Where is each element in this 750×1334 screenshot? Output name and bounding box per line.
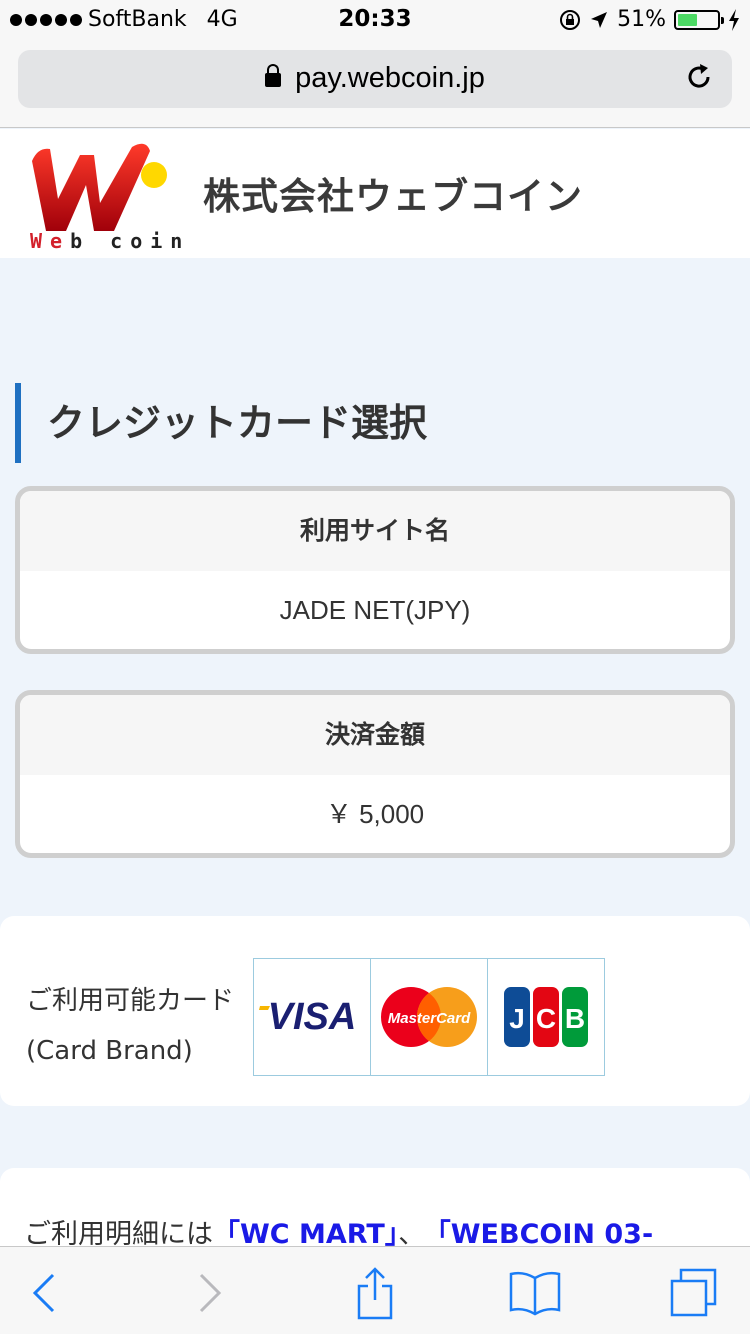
svg-text:MasterCard: MasterCard	[388, 1010, 471, 1027]
jcb-icon: J C B	[504, 987, 588, 1047]
book-icon	[509, 1271, 561, 1316]
visa-icon: VISA	[259, 996, 357, 1038]
mastercard-logo: MasterCard	[370, 958, 488, 1076]
share-icon	[357, 1267, 393, 1320]
browser-toolbar	[0, 1246, 750, 1334]
site-name-box: 利用サイト名 JADE NET(JPY)	[15, 486, 735, 654]
url-display[interactable]: pay.webcoin.jp	[18, 62, 732, 95]
chevron-left-icon	[32, 1273, 55, 1313]
card-brand-panel: ご利用可能カード (Card Brand) VISA MasterCard J …	[0, 916, 750, 1106]
site-name-value: JADE NET(JPY)	[279, 595, 471, 625]
webcoin-logo-icon	[32, 143, 167, 231]
mastercard-icon: MasterCard	[381, 987, 477, 1047]
svg-text:VISA: VISA	[268, 996, 357, 1038]
card-brand-label: ご利用可能カード (Card Brand)	[26, 986, 235, 1066]
location-arrow-icon	[591, 11, 608, 28]
orientation-lock-icon	[560, 9, 581, 30]
address-bar[interactable]: pay.webcoin.jp	[18, 50, 732, 108]
amount-box: 決済金額 ￥ 5,000	[15, 690, 735, 858]
browser-address-area: pay.webcoin.jp	[0, 40, 750, 128]
logo-wordmark: Web coin	[30, 229, 191, 253]
amount-label: 決済金額	[20, 695, 730, 775]
status-right: 51%	[559, 7, 740, 32]
bookmarks-button[interactable]	[507, 1265, 563, 1321]
url-text: pay.webcoin.jp	[295, 62, 485, 94]
amount-value: ￥ 5,000	[325, 799, 425, 829]
forward-button[interactable]	[182, 1265, 238, 1321]
tabs-button[interactable]	[666, 1265, 722, 1321]
chevron-right-icon	[199, 1273, 222, 1313]
svg-text:J: J	[509, 1003, 525, 1034]
reload-icon[interactable]	[684, 62, 714, 92]
status-bar: SoftBank 4G 20:33 51%	[0, 0, 750, 40]
battery-icon	[674, 9, 724, 30]
charging-bolt-icon	[729, 8, 739, 31]
company-name: 株式会社ウェブコイン	[203, 175, 583, 218]
lock-icon	[265, 64, 282, 87]
svg-text:C: C	[536, 1003, 556, 1034]
visa-logo: VISA	[253, 958, 371, 1076]
site-name-label: 利用サイト名	[20, 491, 730, 571]
svg-text:B: B	[565, 1003, 585, 1034]
battery-percent: 51%	[617, 7, 666, 32]
share-button[interactable]	[347, 1265, 403, 1321]
tabs-icon	[670, 1268, 717, 1317]
jcb-logo: J C B	[487, 958, 605, 1076]
page-title: クレジットカード選択	[15, 383, 427, 463]
back-button[interactable]	[16, 1265, 72, 1321]
